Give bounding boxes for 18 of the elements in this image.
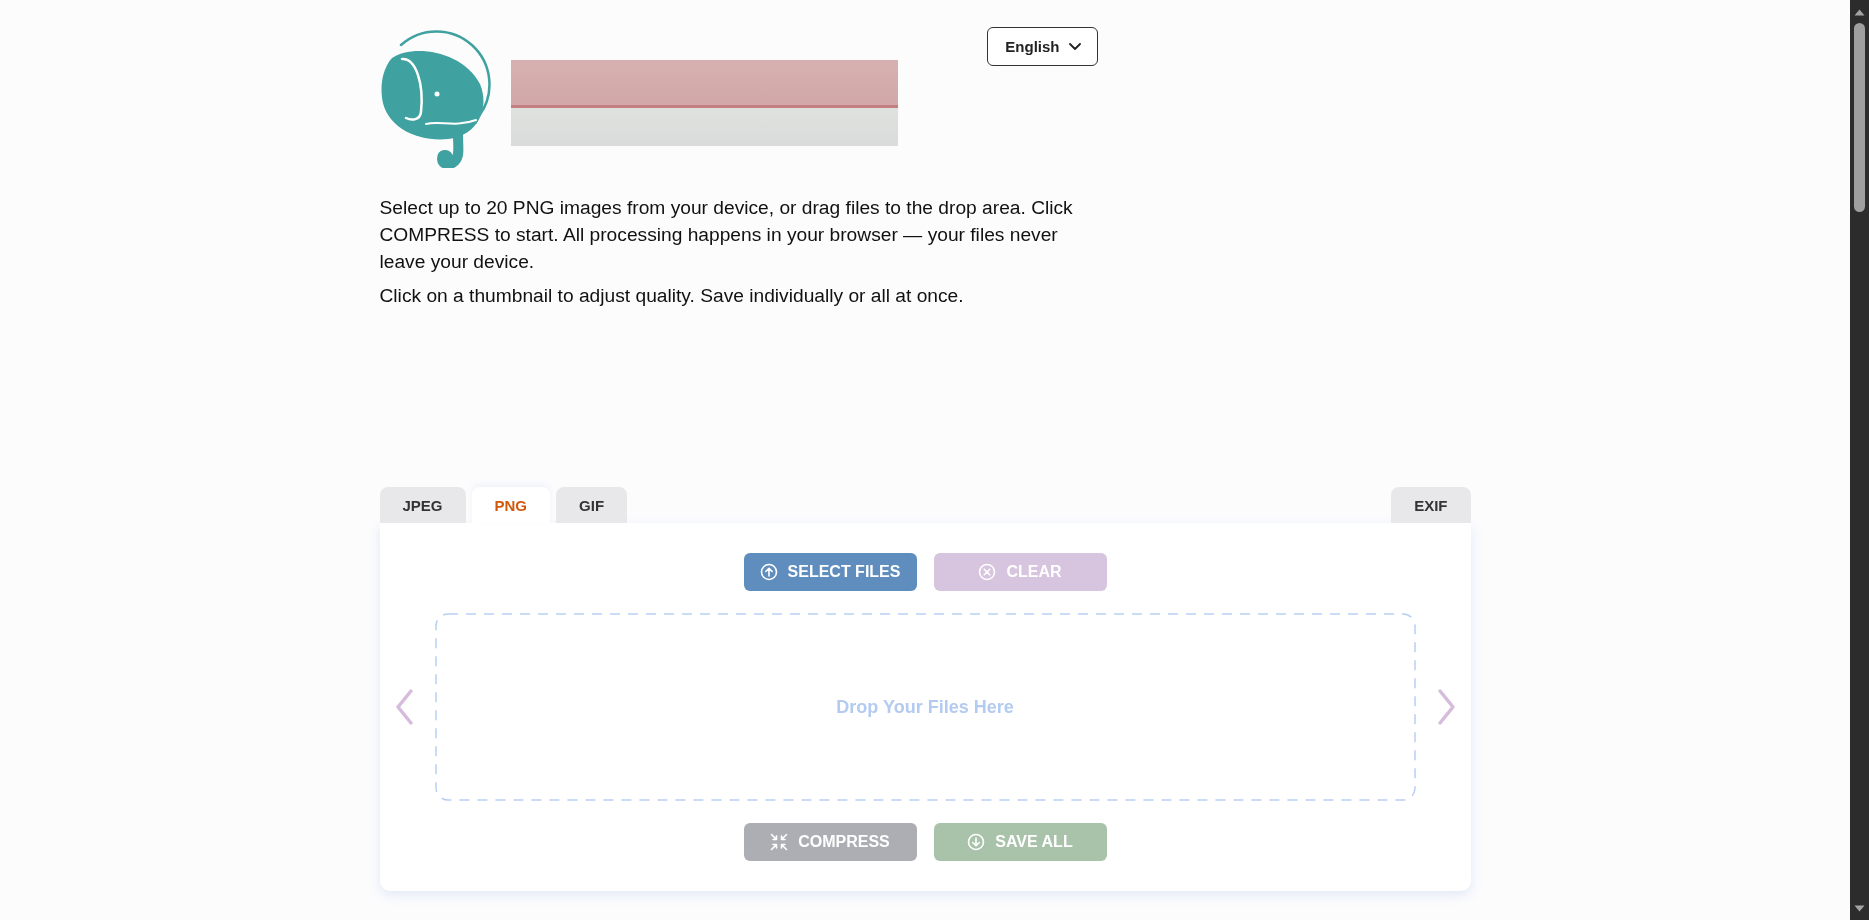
chevron-down-icon: [1068, 43, 1081, 50]
format-tab[interactable]: JPEG: [379, 487, 466, 523]
language-selector[interactable]: English: [987, 27, 1098, 66]
clear-icon: [978, 563, 997, 581]
scrollbar-thumb[interactable]: [1854, 23, 1865, 212]
scroll-down-icon[interactable]: [1854, 905, 1865, 912]
format-tab[interactable]: EXIF: [1391, 487, 1471, 523]
select-files-button[interactable]: SELECT FILES: [743, 553, 917, 591]
download-icon: [967, 833, 986, 851]
format-tab[interactable]: PNG: [471, 487, 551, 523]
scrollbar[interactable]: [1850, 0, 1869, 920]
compress-icon: [770, 833, 789, 851]
upload-icon: [759, 563, 778, 581]
scroll-up-icon[interactable]: [1854, 9, 1865, 16]
instructions-text: Select up to 20 PNG images from your device, or drag files to the drop area. Click COMPRESS to start. All processing happens in your browser — your files never leave your device.: [379, 196, 1074, 274]
format-tab[interactable]: GIF: [556, 487, 628, 523]
drop-area-text: Drop Your Files Here: [836, 696, 1014, 718]
hint-text: Click on a thumbnail to adjust quality. Save individually or all at once.: [379, 284, 965, 308]
